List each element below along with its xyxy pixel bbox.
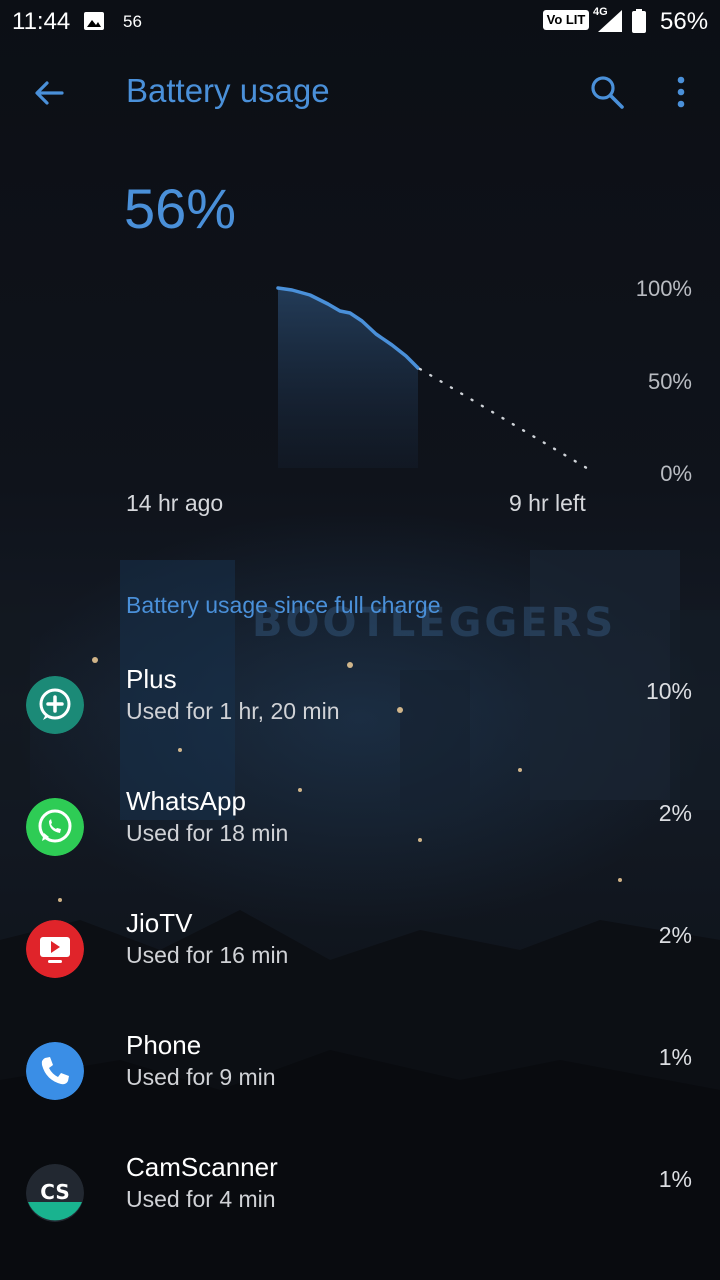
app-usage-item-jiotv[interactable]: JioTV Used for 16 min 2%	[0, 908, 720, 1020]
x-label-end: 9 hr left	[509, 490, 586, 516]
y-label-0: 0%	[660, 461, 692, 486]
y-label-100: 100%	[635, 276, 692, 301]
app-name: Phone	[126, 1030, 202, 1060]
app-name: Plus	[126, 664, 177, 694]
usage-section-header: Battery usage since full charge	[126, 592, 441, 618]
notification-count: 56	[123, 12, 142, 31]
volte-badge: Vo LIT	[543, 10, 589, 30]
battery-icon	[632, 9, 646, 33]
status-bar: 11:44 56 Vo LIT 4G 56%	[0, 0, 720, 44]
whatsapp-icon	[26, 798, 84, 856]
app-usage-percent: 1%	[658, 1044, 692, 1070]
app-usage-item-plus[interactable]: Plus Used for 1 hr, 20 min 10%	[0, 664, 720, 776]
x-label-start: 14 hr ago	[126, 490, 224, 516]
signal-icon	[598, 10, 622, 32]
status-time: 11:44	[12, 8, 71, 35]
svg-text:CS: CS	[40, 1180, 69, 1204]
app-usage-time: Used for 9 min	[126, 1064, 276, 1090]
camscanner-icon: CS	[26, 1164, 84, 1222]
battery-projection-line	[418, 367, 592, 472]
app-usage-time: Used for 16 min	[126, 942, 289, 968]
app-usage-item-phone[interactable]: Phone Used for 9 min 1%	[0, 1030, 720, 1142]
jiotv-icon	[26, 920, 84, 978]
battery-history-chart	[276, 286, 592, 472]
app-usage-item-camscanner[interactable]: CS CamScanner Used for 4 min 1%	[0, 1152, 720, 1264]
app-name: CamScanner	[126, 1152, 278, 1182]
app-usage-time: Used for 18 min	[126, 820, 289, 846]
search-icon[interactable]	[588, 73, 626, 111]
more-vert-icon[interactable]	[668, 74, 694, 110]
app-usage-percent: 1%	[658, 1166, 692, 1192]
app-usage-percent: 2%	[658, 800, 692, 826]
y-label-50: 50%	[647, 369, 692, 394]
image-notification-icon	[84, 12, 104, 30]
app-usage-item-whatsapp[interactable]: WhatsApp Used for 18 min 2%	[0, 786, 720, 898]
app-name: JioTV	[126, 908, 193, 938]
plus-app-icon	[26, 676, 84, 734]
battery-level: 56%	[124, 177, 237, 240]
phone-icon	[26, 1042, 84, 1100]
app-usage-percent: 10%	[645, 678, 692, 704]
battery-history-area	[278, 288, 418, 468]
arrow-back-icon[interactable]	[32, 76, 66, 110]
app-usage-time: Used for 1 hr, 20 min	[126, 698, 340, 724]
app-usage-percent: 2%	[658, 922, 692, 948]
app-name: WhatsApp	[126, 786, 246, 816]
app-usage-time: Used for 4 min	[126, 1186, 276, 1212]
page-title: Battery usage	[126, 72, 330, 109]
status-battery-percent: 56%	[660, 8, 709, 35]
